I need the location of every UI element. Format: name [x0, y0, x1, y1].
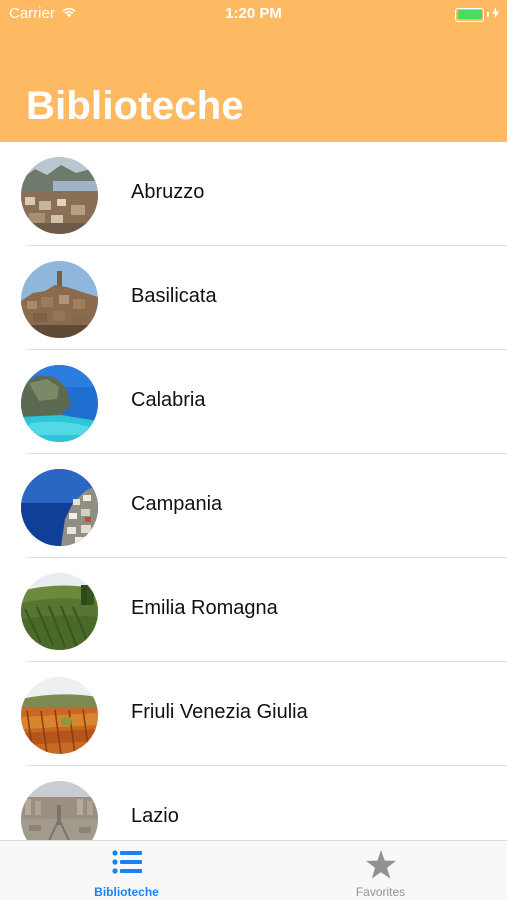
charging-bolt-icon [492, 6, 499, 23]
row-label: Basilicata [131, 285, 217, 307]
rome-square-photo [21, 781, 98, 840]
list-item[interactable]: Calabria [0, 350, 507, 454]
list-item[interactable]: Friuli Venezia Giulia [0, 662, 507, 766]
tab-biblioteche[interactable]: Biblioteche [0, 841, 253, 900]
coastal-town-photo [21, 157, 98, 234]
battery-indicator [455, 6, 499, 23]
hilltop-village-photo [21, 261, 98, 338]
battery-icon [455, 7, 484, 22]
amalfi-coast-photo [21, 469, 98, 546]
status-bar: Carrier 1:20 PM [0, 0, 507, 28]
list-item[interactable]: Basilicata [0, 246, 507, 350]
list-item[interactable]: Lazio [0, 766, 507, 840]
navigation-header: Carrier 1:20 PM Biblioteche [0, 0, 507, 142]
regions-list[interactable]: Abruzzo Basilicata Calabria Campania Emi… [0, 142, 507, 840]
list-item[interactable]: Abruzzo [0, 142, 507, 246]
page-title: Biblioteche [26, 84, 244, 128]
row-label: Emilia Romagna [131, 597, 278, 619]
tab-bar: Biblioteche Favorites [0, 840, 507, 900]
row-label: Calabria [131, 389, 206, 411]
tab-favorites[interactable]: Favorites [254, 841, 507, 900]
list-icon [111, 850, 142, 879]
row-label: Campania [131, 493, 223, 515]
vineyard-hills-photo [21, 573, 98, 650]
star-icon [365, 850, 396, 884]
turquoise-sea-cliff-photo [21, 365, 98, 442]
row-label: Abruzzo [131, 181, 205, 203]
list-item[interactable]: Campania [0, 454, 507, 558]
tab-label: Biblioteche [94, 885, 159, 899]
autumn-vineyard-photo [21, 677, 98, 754]
status-time: 1:20 PM [225, 5, 282, 22]
tab-label: Favorites [355, 885, 406, 899]
row-label: Lazio [131, 805, 179, 827]
row-label: Friuli Venezia Giulia [131, 701, 308, 723]
list-item[interactable]: Emilia Romagna [0, 558, 507, 662]
